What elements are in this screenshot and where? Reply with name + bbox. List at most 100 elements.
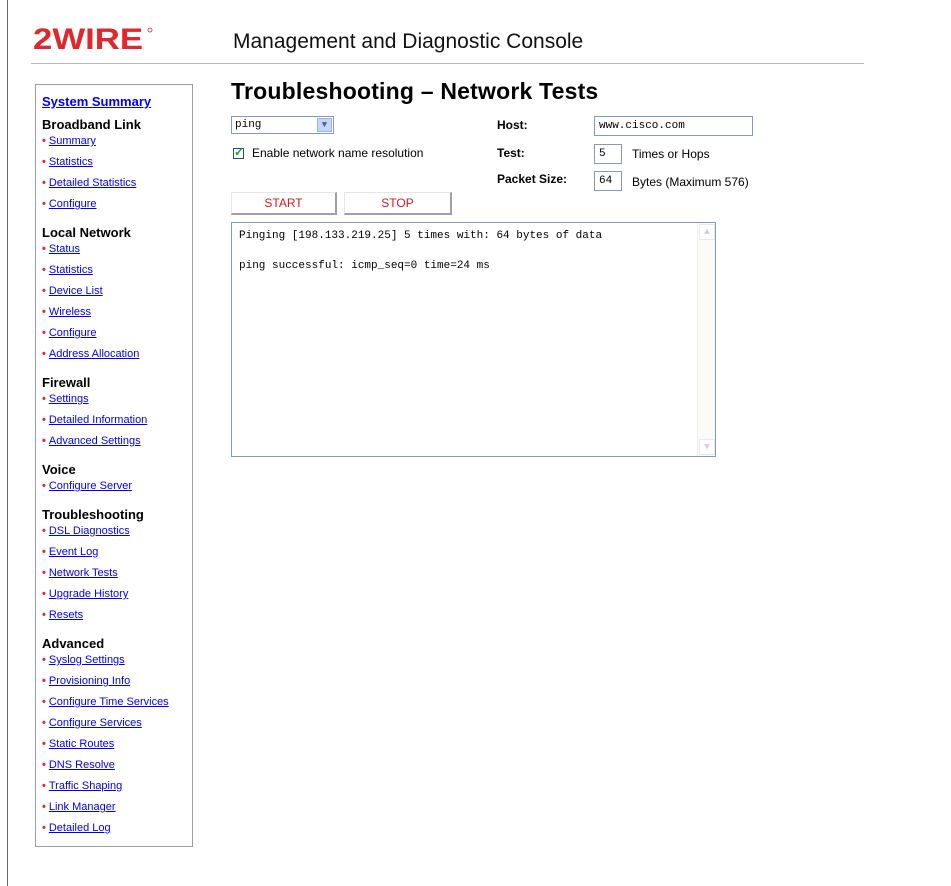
sidebar-item: • Configure Server [42,480,192,501]
sidebar-item-link[interactable]: Detailed Statistics [49,177,136,189]
bullet-icon: • [42,243,46,255]
page-title: Troubleshooting – Network Tests [231,78,599,104]
sidebar-item-link[interactable]: Event Log [49,546,99,558]
bullet-icon: • [42,135,46,147]
sidebar-item: • Summary [42,135,192,156]
chevron-down-icon[interactable]: ▼ [317,118,332,132]
sidebar-item: • Address Allocation [42,348,192,369]
sidebar-section-heading: Broadband Link [42,117,141,132]
bullet-icon: • [42,285,46,297]
packet-size-input[interactable]: 64 [594,171,622,191]
sidebar-item: • Configure Time Services [42,696,192,717]
sidebar-item: • Device List [42,285,192,306]
host-input[interactable]: www.cisco.com [594,116,753,136]
sidebar-item-link[interactable]: Configure Server [49,480,132,492]
sidebar-item: • Link Manager [42,801,192,822]
sidebar-item-link[interactable]: Detailed Log [49,822,111,834]
sidebar-item-link[interactable]: DNS Resolve [49,759,115,771]
sidebar-item-link[interactable]: Statistics [49,264,93,276]
output-line: ping successful: icmp_seq=0 time=24 ms [239,260,490,272]
sidebar-item-link[interactable]: Configure [49,327,97,339]
sidebar-item-link[interactable]: Device List [49,285,103,297]
sidebar-section: Advanced • Syslog Settings • Provisioning In… [42,637,192,843]
start-button[interactable]: START [231,192,337,215]
output-scrollbar[interactable]: ▲ ▼ [697,223,715,456]
bullet-icon: • [42,435,46,447]
sidebar-item-link[interactable]: Syslog Settings [49,654,125,666]
bullet-icon: • [42,264,46,276]
sidebar-item: • Status [42,243,192,264]
packet-size-label: Packet Size: [497,172,568,186]
sidebar-item-link[interactable]: Status [49,243,80,255]
sidebar-item-link[interactable]: Advanced Settings [49,435,141,447]
bullet-icon: • [42,525,46,537]
2wire-logo: 2WIRE [33,25,153,53]
sidebar-item-link[interactable]: Summary [49,135,96,147]
sidebar-item-link[interactable]: Static Routes [49,738,114,750]
sidebar-item-link[interactable]: Statistics [49,156,93,168]
sidebar-item-link[interactable]: Provisioning Info [49,675,130,687]
sidebar-item: • Configure Services [42,717,192,738]
sidebar-section: Voice • Configure Server [42,463,192,501]
sidebar-section-heading: Troubleshooting [42,507,144,522]
header-divider [31,63,864,64]
sidebar-item: • Static Routes [42,738,192,759]
sidebar-item-link[interactable]: Settings [49,393,89,405]
sidebar-section: Broadband Link • Summary • Statistics • Detail… [42,118,192,219]
sidebar-item-link[interactable]: Configure Services [49,717,142,729]
sidebar-system-summary-link[interactable]: System Summary [42,94,192,109]
bullet-icon: • [42,675,46,687]
bullet-icon: • [42,327,46,339]
sidebar-item-link[interactable]: DSL Diagnostics [49,525,130,537]
output-line: Pinging [198.133.219.25] 5 times with: 6… [239,230,603,242]
sidebar-section-heading: Advanced [42,636,105,651]
sidebar-item-link[interactable]: Configure Time Services [49,696,169,708]
bullet-icon: • [42,306,46,318]
sidebar-item-link[interactable]: Upgrade History [49,588,128,600]
sidebar-item: • Advanced Settings [42,435,192,456]
name-resolution-row: ✓ Enable network name resolution [233,145,424,160]
scroll-down-icon[interactable]: ▼ [699,439,715,455]
test-output-area[interactable]: Pinging [198.133.219.25] 5 times with: 6… [231,222,716,457]
sidebar-item: • Detailed Statistics [42,177,192,198]
sidebar-item-link[interactable]: Wireless [49,306,91,318]
sidebar-item-link[interactable]: Detailed Information [49,414,147,426]
sidebar-item: • Wireless [42,306,192,327]
bullet-icon: • [42,822,46,834]
sidebar-item-link[interactable]: Traffic Shaping [49,780,122,792]
sidebar-section: Troubleshooting • DSL Diagnostics • Event Lo… [42,508,192,630]
sidebar-item-link[interactable]: Configure [49,198,97,210]
sidebar-item: • DNS Resolve [42,759,192,780]
packet-size-suffix: Bytes (Maximum 576) [632,175,749,189]
sidebar-item-link[interactable]: Resets [49,609,83,621]
bullet-icon: • [42,156,46,168]
bullet-icon: • [42,198,46,210]
bullet-icon: • [42,780,46,792]
bullet-icon: • [42,801,46,813]
sidebar-item-link[interactable]: Address Allocation [49,348,140,360]
sidebar-item: • Statistics [42,264,192,285]
sidebar-item: • Provisioning Info [42,675,192,696]
bullet-icon: • [42,480,46,492]
bullet-icon: • [42,393,46,405]
bullet-icon: • [42,738,46,750]
host-label: Host: [497,118,528,132]
test-count-suffix: Times or Hops [632,147,710,161]
name-resolution-checkbox[interactable]: ✓ [233,145,244,159]
bullet-icon: • [42,567,46,579]
stop-button[interactable]: STOP [344,192,452,215]
test-count-input[interactable]: 5 [594,144,622,164]
test-type-select[interactable]: ping ▼ [231,116,334,134]
console-title: Management and Diagnostic Console [233,30,584,53]
sidebar-section-heading: Local Network [42,225,131,240]
bullet-icon: • [42,609,46,621]
sidebar-item: • Upgrade History [42,588,192,609]
scroll-up-icon[interactable]: ▲ [699,224,715,240]
test-label: Test: [497,146,525,160]
sidebar-item: • Event Log [42,546,192,567]
sidebar-item-link[interactable]: Network Tests [49,567,118,579]
sidebar-item-link[interactable]: Link Manager [49,801,116,813]
sidebar-item: • Configure [42,327,192,348]
sidebar-item: • Resets [42,609,192,630]
name-resolution-label: Enable network name resolution [252,146,424,160]
